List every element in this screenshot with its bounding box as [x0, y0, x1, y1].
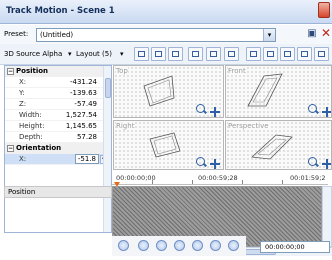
screen-icon[interactable] [246, 47, 261, 61]
first-keyframe-icon[interactable] [138, 240, 149, 251]
lock-x-icon[interactable] [280, 47, 295, 61]
title-bar: Track Motion - Scene 1 [0, 0, 332, 24]
object-space-icon[interactable] [263, 47, 278, 61]
prev-keyframe-icon[interactable] [156, 240, 167, 251]
collapse-icon[interactable]: − [7, 145, 14, 152]
timeline-ruler[interactable]: 00:00:00;00 00:00:59;28 00:01:59;2 [112, 171, 328, 187]
view-icon[interactable] [151, 47, 166, 61]
move-icon[interactable] [210, 159, 220, 169]
layout-menu[interactable]: Layout (5) [76, 50, 112, 58]
section-position[interactable]: − Position [5, 66, 111, 77]
ruler-tick [152, 180, 153, 184]
property-row[interactable]: Width: 1,527.54 [5, 110, 111, 121]
preset-value: (Untitled) [40, 31, 74, 39]
move-icon[interactable] [322, 107, 331, 117]
zoom-icon[interactable] [196, 104, 205, 113]
properties-scrollbar[interactable] [103, 66, 111, 232]
preset-row: Preset: (Untitled) ▾ ▣ ✕ [0, 25, 332, 44]
viewport-label: Front [228, 67, 246, 75]
timeline-vscroll[interactable] [322, 186, 332, 247]
property-row[interactable]: Height: 1,145.65 [5, 121, 111, 132]
property-row[interactable]: Y: -139.63 [5, 88, 111, 99]
viewport-right[interactable]: Right [113, 120, 224, 170]
track-label[interactable]: Position [4, 186, 112, 198]
next-keyframe-icon[interactable] [174, 240, 185, 251]
viewport-perspective[interactable]: Perspective [225, 120, 332, 170]
preset-dropdown[interactable]: (Untitled) ▾ [36, 28, 276, 42]
lock-z-icon[interactable] [314, 47, 329, 61]
viewport-label: Top [116, 67, 128, 75]
chevron-down-icon[interactable]: ▾ [120, 50, 124, 58]
viewport-label: Perspective [228, 122, 269, 130]
move-z-icon[interactable] [224, 47, 239, 61]
ruler-tick [242, 180, 243, 184]
source-alpha-menu[interactable]: 3D Source Alpha [4, 50, 62, 58]
chevron-down-icon[interactable]: ▾ [68, 50, 72, 58]
ruler-tick [282, 180, 283, 184]
preset-label: Preset: [4, 30, 29, 38]
orientation-x-input[interactable]: -51.8 [74, 154, 99, 164]
ruler-time: 00:00:00;00 [116, 174, 156, 182]
move-y-icon[interactable] [206, 47, 221, 61]
ruler-time: 00:00:59;28 [198, 174, 238, 182]
move-icon[interactable] [322, 159, 331, 169]
cube-icon[interactable] [168, 47, 183, 61]
last-keyframe-icon[interactable] [192, 240, 203, 251]
close-icon[interactable] [318, 2, 330, 18]
properties-panel: − Position X: -431.24 Y: -139.63 Z: -57.49 … [4, 65, 112, 233]
zoom-icon[interactable] [308, 104, 317, 113]
ruler-tick [192, 180, 193, 184]
timecode-field[interactable]: 00:00:00;00 [260, 241, 330, 253]
property-row[interactable]: Depth: 57.28 [5, 132, 111, 143]
transport-controls [112, 236, 246, 256]
frame-outline-top [143, 75, 175, 107]
move-x-icon[interactable] [188, 47, 203, 61]
zoom-icon[interactable] [308, 157, 317, 166]
delete-preset-icon[interactable]: ✕ [321, 27, 332, 41]
viewport-label: Right [116, 122, 135, 130]
property-row[interactable]: X: -431.24 [5, 77, 111, 88]
property-row[interactable]: Z: -57.49 [5, 99, 111, 110]
collapse-icon[interactable]: − [7, 68, 14, 75]
toolbar: 3D Source Alpha ▾ Layout (5) ▾ [0, 44, 332, 65]
add-keyframe-icon[interactable] [210, 240, 221, 251]
chevron-down-icon[interactable]: ▾ [263, 29, 275, 41]
section-orientation[interactable]: − Orientation [5, 143, 111, 154]
move-icon[interactable] [210, 107, 220, 117]
delete-keyframe-icon[interactable] [228, 240, 239, 251]
lock-y-icon[interactable] [297, 47, 312, 61]
ruler-time: 00:01:59;2 [290, 174, 326, 182]
zoom-icon[interactable] [196, 157, 205, 166]
sync-cursor-icon[interactable] [118, 240, 129, 251]
viewport-top[interactable]: Top [113, 65, 224, 118]
rotate-icon[interactable] [134, 47, 149, 61]
window-title: Track Motion - Scene 1 [6, 6, 115, 16]
property-row-selected[interactable]: X: -51.8 ▼ [5, 154, 111, 165]
scroll-thumb[interactable] [105, 78, 111, 98]
save-preset-icon[interactable]: ▣ [306, 28, 318, 41]
viewport-front[interactable]: Front [225, 65, 332, 118]
